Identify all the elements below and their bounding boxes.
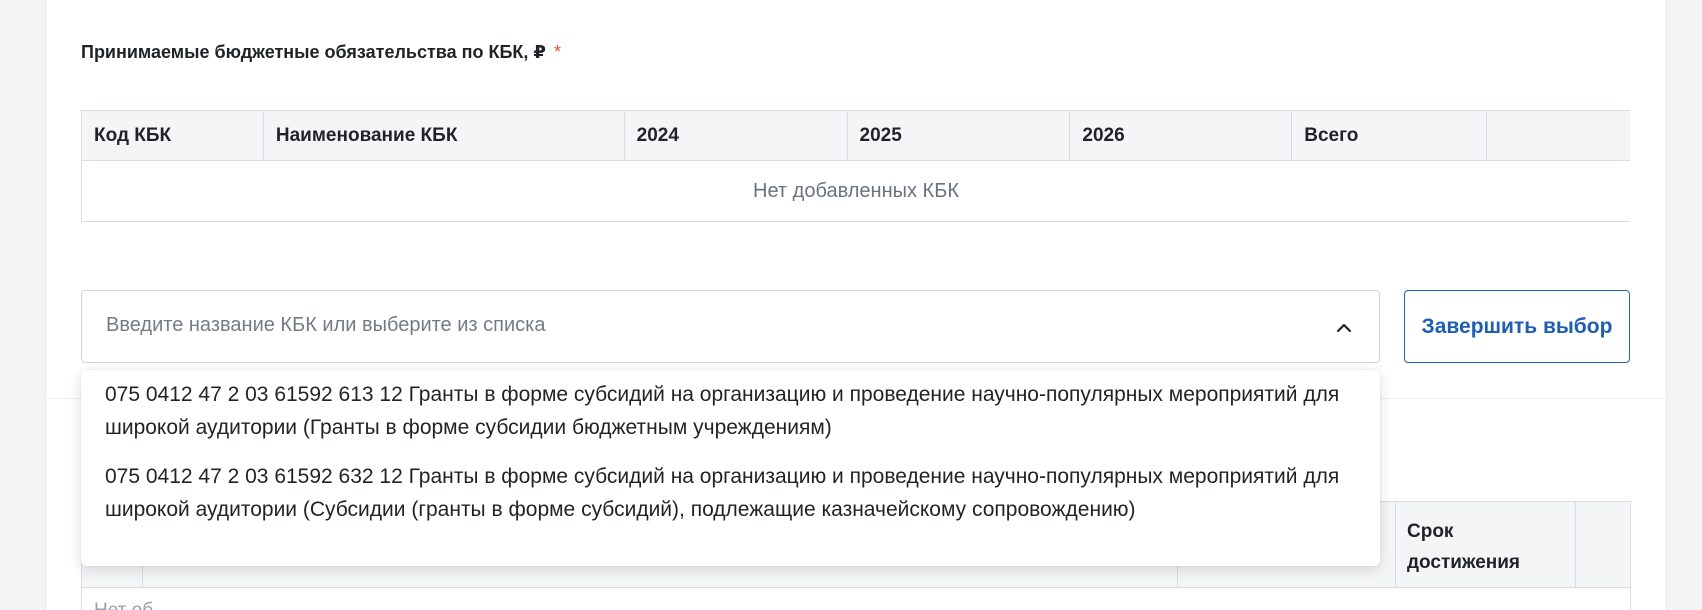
kbk-search-placeholder: Введите название КБК или выберите из спи…: [106, 314, 546, 336]
column-total: Всего: [1292, 111, 1488, 160]
required-mark: *: [553, 42, 561, 62]
finish-selection-button[interactable]: Завершить выбор: [1404, 290, 1630, 363]
results-empty-row: Нет об...: [82, 588, 1630, 610]
kbk-search-select[interactable]: Введите название КБК или выберите из спи…: [81, 290, 1380, 363]
column-2026: 2026: [1070, 111, 1293, 160]
column-divider: [1575, 502, 1576, 587]
kbk-section-title-text: Принимаемые бюджетные обязательства по К…: [81, 42, 546, 62]
kbk-options-dropdown: 075 0412 47 2 03 61592 613 12 Гранты в ф…: [81, 370, 1380, 566]
results-empty-text: Нет об...: [94, 600, 169, 610]
kbk-section-title: Принимаемые бюджетные обязательства по К…: [81, 42, 561, 63]
column-kbk-code: Код КБК: [82, 111, 264, 160]
column-deadline: Срок достижения: [1407, 521, 1520, 573]
column-2025: 2025: [848, 111, 1071, 160]
kbk-option[interactable]: 075 0412 47 2 03 61592 632 12 Гранты в ф…: [81, 452, 1380, 534]
column-kbk-name: Наименование КБК: [264, 111, 625, 160]
kbk-table: Код КБК Наименование КБК 2024 2025 2026 …: [81, 110, 1630, 222]
column-divider: [1395, 502, 1396, 587]
column-actions: [1487, 111, 1630, 160]
kbk-option[interactable]: 075 0412 47 2 03 61592 613 12 Гранты в ф…: [81, 370, 1380, 452]
kbk-table-header: Код КБК Наименование КБК 2024 2025 2026 …: [82, 111, 1630, 161]
kbk-empty-message: Нет добавленных КБК: [753, 179, 959, 202]
column-2024: 2024: [625, 111, 848, 160]
chevron-up-icon[interactable]: [1335, 319, 1353, 337]
